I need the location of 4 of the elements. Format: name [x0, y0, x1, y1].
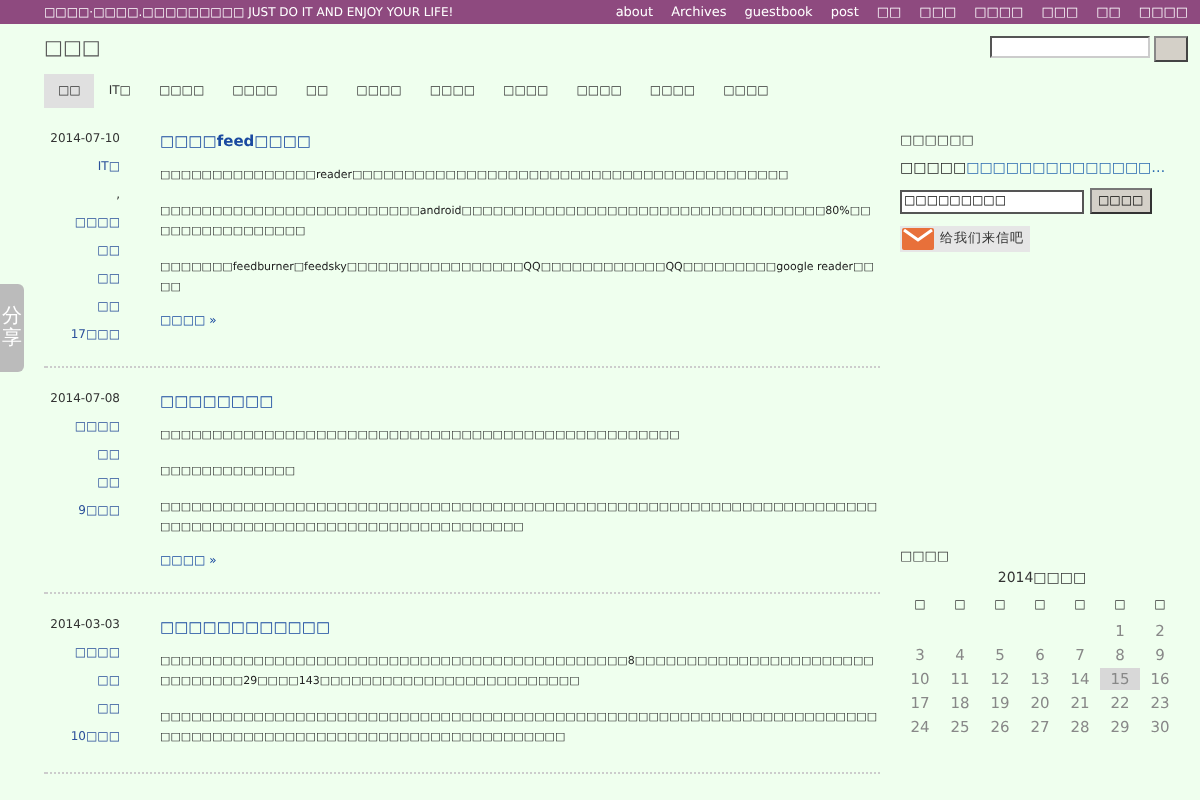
site-title: □□□	[44, 38, 101, 60]
envelope-icon	[902, 228, 934, 250]
search-button[interactable]	[1154, 36, 1188, 62]
search-field[interactable]	[990, 36, 1150, 58]
